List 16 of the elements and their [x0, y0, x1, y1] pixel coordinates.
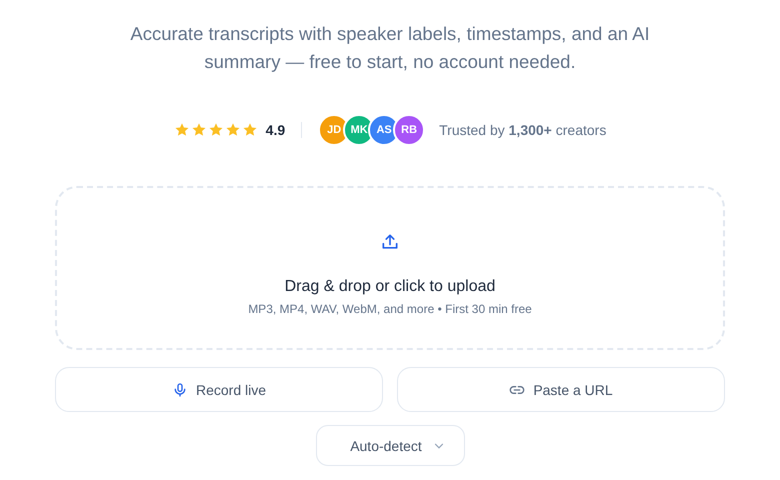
star-icon: [190, 122, 207, 138]
rating-score: 4.9: [266, 122, 286, 138]
upload-hint: MP3, MP4, WAV, WebM, and more • First 30 min free: [248, 302, 532, 316]
star-icon: [174, 122, 190, 138]
upload-dropzone[interactable]: Drag & drop or click to upload MP3, MP4, WAV, WebM, and more • First 30 min free: [55, 186, 725, 350]
avatar: RB: [393, 114, 426, 146]
star-icon: [242, 122, 258, 138]
url-button[interactable]: Paste a URL: [397, 367, 725, 412]
record-button[interactable]: Record live: [55, 367, 383, 412]
upload-title: Drag & drop or click to upload: [284, 278, 496, 296]
hero-subtitle: Accurate transcripts with speaker labels, timestamps, and an AI summary — free to start, no account needed.: [129, 22, 651, 74]
language-select[interactable]: Auto-detect: [316, 425, 464, 466]
microphone-icon: [172, 382, 188, 398]
trust-text: Trusted by 1,300+ creators: [439, 122, 606, 138]
star-icon: [224, 122, 241, 138]
star-icon: [208, 122, 224, 138]
